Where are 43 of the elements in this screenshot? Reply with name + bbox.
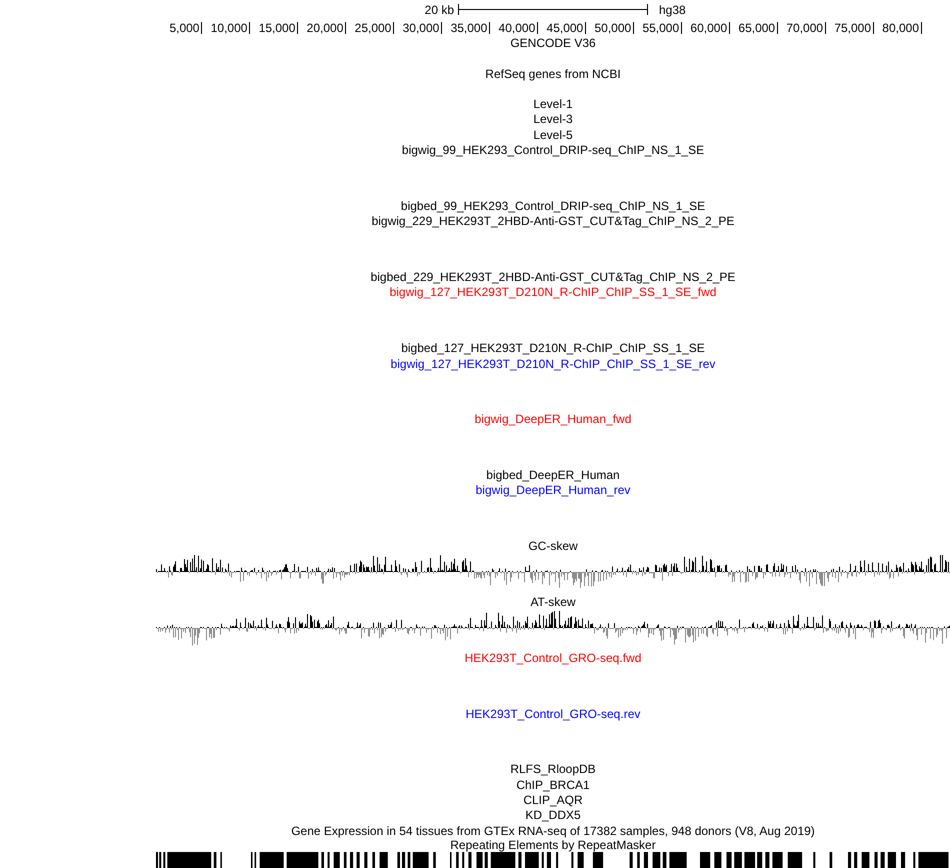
ruler-label: 65,000	[738, 20, 776, 34]
ruler-label: 40,000	[498, 20, 536, 34]
track-label: GENCODE V36	[510, 36, 596, 50]
track-label: bigwig_99_HEK293_Control_DRIP-seq_ChIP_NS_1_SE	[402, 143, 704, 157]
track-label: bigwig_229_HEK293T_2HBD-Anti-GST_CUT&Tag_ChIP_NS_2_PE	[372, 214, 734, 228]
ruler-label: 20,000	[306, 20, 344, 34]
track-label: KD_DDX5	[525, 808, 581, 822]
track-label: Gene Expression in 54 tissues from GTEx RNA-seq of 17382 samples, 948 donors (V8, Aug 2019)	[291, 824, 815, 838]
track-label: bigwig_127_HEK293T_D210N_R-ChIP_ChIP_SS_1_SE_rev	[390, 357, 716, 371]
track-label: HEK293T_Control_GRO-seq.rev	[466, 707, 640, 721]
ruler-label: 55,000	[642, 20, 680, 34]
ruler-label: 5,000	[169, 20, 200, 34]
track-label: RLFS_RloopDB	[510, 762, 596, 776]
ruler-label: 35,000	[450, 20, 488, 34]
track-label: AT-skew	[530, 595, 576, 609]
scale-bar-label: 20 kb	[424, 2, 454, 16]
ruler-label: 50,000	[594, 20, 632, 34]
track-label: bigbed_127_HEK293T_D210N_R-ChIP_ChIP_SS_1_SE	[401, 341, 705, 355]
track-label: bigbed_DeepER_Human	[486, 468, 620, 482]
ruler-label: 45,000	[546, 20, 584, 34]
ruler-label: 15,000	[258, 20, 296, 34]
track-label: Level-5	[533, 128, 573, 142]
track-label: bigwig_DeepER_Human_fwd	[474, 412, 632, 426]
track-label: bigwig_127_HEK293T_D210N_R-ChIP_ChIP_SS_1_SE_fwd	[390, 285, 716, 299]
track-label: CLIP_AQR	[523, 793, 583, 807]
assembly-label: hg38	[659, 2, 686, 16]
track-label: Repeating Elements by RepeatMasker	[450, 838, 656, 852]
ruler-label: 70,000	[786, 20, 824, 34]
ruler-label: 60,000	[690, 20, 728, 34]
ruler-label: 25,000	[354, 20, 392, 34]
track-label: Level-3	[533, 112, 573, 126]
ruler-label: 80,000	[882, 20, 919, 34]
track-label: RefSeq genes from NCBI	[485, 67, 621, 81]
track-label: Level-1	[533, 97, 573, 111]
track-label: bigbed_229_HEK293T_2HBD-Anti-GST_CUT&Tag_ChIP_NS_2_PE	[370, 270, 736, 284]
track-label: bigbed_99_HEK293_Control_DRIP-seq_ChIP_NS_1_SE	[400, 199, 706, 213]
track-label: HEK293T_Control_GRO-seq.fwd	[464, 651, 642, 665]
ruler-label: 75,000	[834, 20, 872, 34]
track-label: GC-skew	[528, 539, 578, 553]
ruler-label: 10,000	[210, 20, 248, 34]
track-label: bigwig_DeepER_Human_rev	[476, 483, 630, 497]
track-label: ChIP_BRCA1	[516, 778, 590, 792]
ruler-label: 30,000	[402, 20, 440, 34]
